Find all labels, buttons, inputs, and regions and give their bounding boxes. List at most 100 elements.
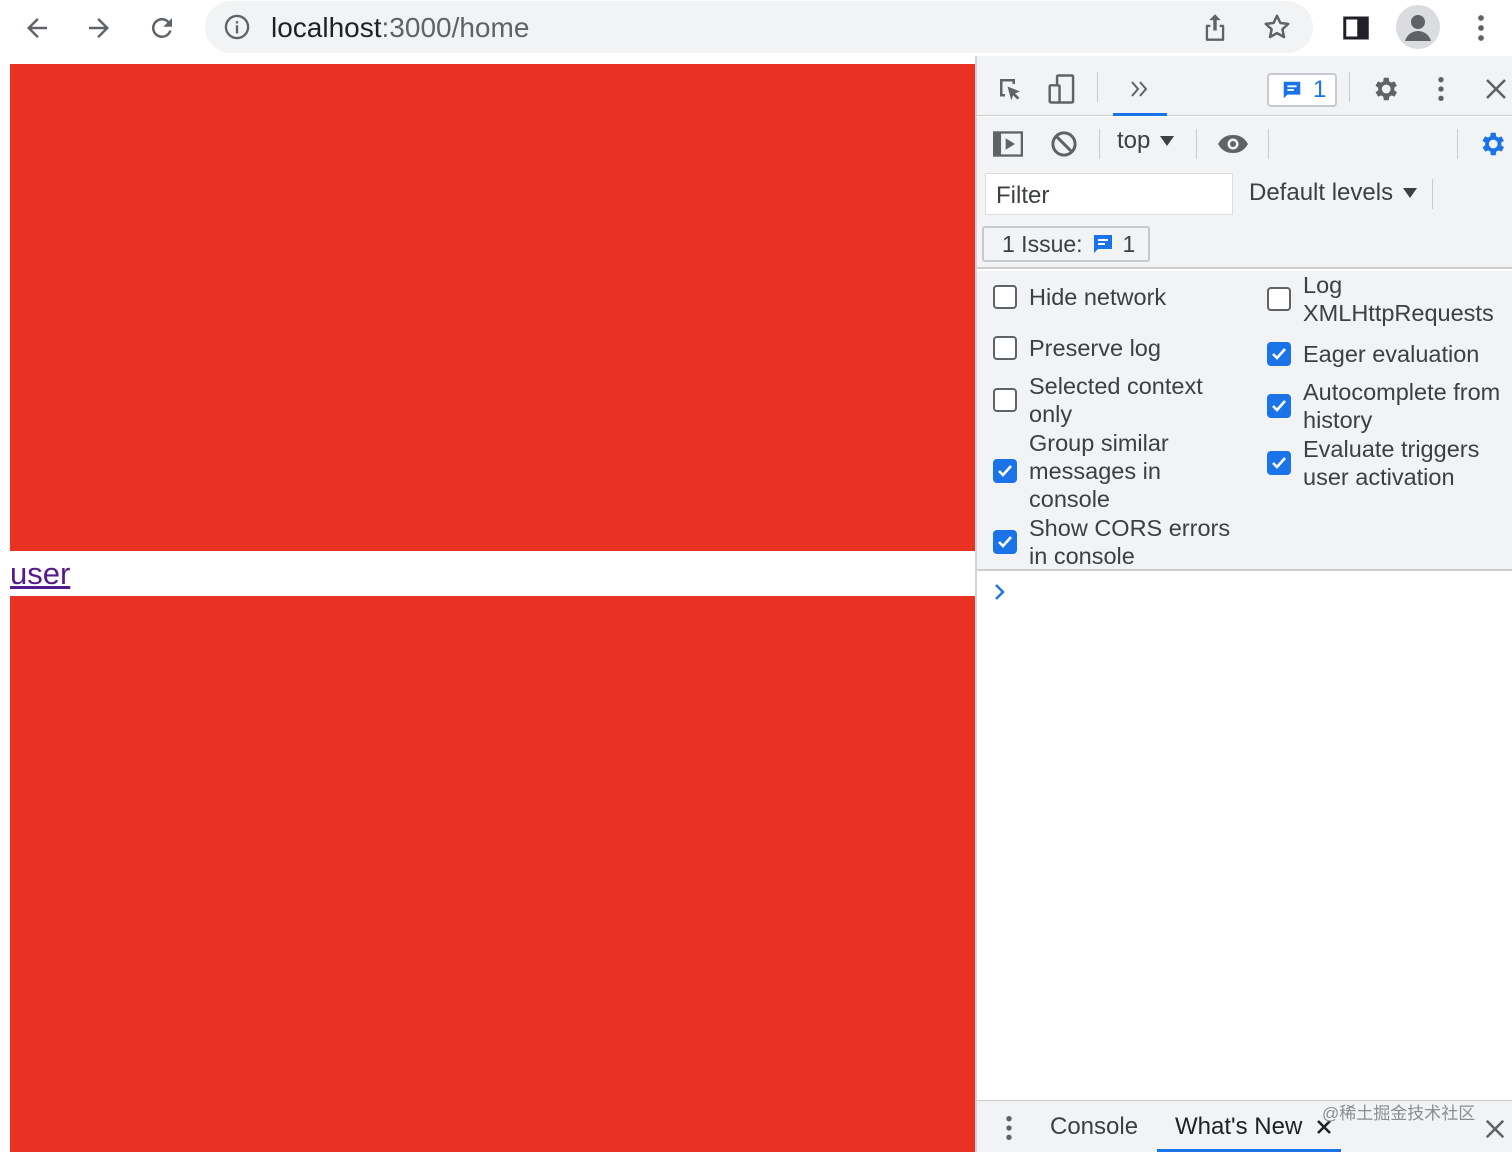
more-tabs-icon[interactable]	[1122, 74, 1158, 104]
forward-button[interactable]	[77, 6, 121, 50]
bookmark-star-icon[interactable]	[1259, 9, 1295, 45]
toolbar-separator	[1099, 129, 1100, 159]
back-button[interactable]	[15, 6, 59, 50]
toolbar-separator	[1196, 129, 1197, 159]
checkbox[interactable]	[993, 285, 1017, 309]
profile-avatar[interactable]	[1396, 5, 1440, 49]
setting-label: Autocomplete from history	[1303, 379, 1501, 433]
arrow-right-icon	[89, 18, 109, 38]
clear-console-icon[interactable]	[1047, 127, 1081, 161]
sidebar-toggle-icon[interactable]	[991, 127, 1025, 161]
setting-label: Selected context only	[1029, 373, 1203, 427]
setting-label: Evaluate triggers user activation	[1303, 436, 1480, 490]
issues-label: 1 Issue:	[1002, 230, 1083, 257]
browser-menu-button[interactable]	[1459, 6, 1503, 50]
reload-icon	[151, 17, 172, 38]
setting-label: Preserve log	[1029, 335, 1161, 361]
url-host: localhost	[271, 12, 382, 43]
issues-badge-count: 1	[1313, 76, 1327, 103]
checkbox[interactable]	[1267, 287, 1291, 311]
devtools-menu-icon[interactable]	[1427, 72, 1455, 106]
setting-evaluate-triggers[interactable]: Evaluate triggers user activation	[1267, 435, 1503, 491]
issues-button[interactable]: 1 Issue: 1	[982, 226, 1150, 262]
checkbox[interactable]	[993, 459, 1017, 483]
context-selector[interactable]: top	[1117, 127, 1175, 155]
close-drawer-icon[interactable]	[1481, 1115, 1509, 1143]
setting-group-similar[interactable]: Group similar messages in console	[993, 429, 1199, 513]
console-output[interactable]	[977, 573, 1512, 1100]
live-expression-eye-icon[interactable]	[1215, 127, 1251, 161]
dropdown-triangle-icon	[1160, 136, 1175, 146]
red-box-top	[10, 64, 975, 551]
console-settings-gear-icon[interactable]	[1475, 127, 1509, 161]
dropdown-triangle-icon	[1403, 188, 1418, 198]
setting-autocomplete-history[interactable]: Autocomplete from history	[1267, 378, 1512, 434]
watermark: @稀土掘金技术社区	[1322, 1104, 1476, 1123]
setting-preserve-log[interactable]: Preserve log	[993, 334, 1161, 362]
setting-label: Hide network	[1029, 284, 1167, 310]
checkmark-icon	[1272, 400, 1286, 412]
device-toolbar-icon[interactable]	[1045, 72, 1079, 106]
filter-input[interactable]: Filter	[985, 173, 1233, 215]
drawer-tab-console[interactable]: Console	[1050, 1113, 1138, 1141]
toolbar-separator	[1432, 179, 1433, 209]
checkbox[interactable]	[1267, 342, 1291, 366]
setting-eager-evaluation[interactable]: Eager evaluation	[1267, 340, 1503, 368]
setting-label: Group similar messages in console	[1029, 430, 1169, 512]
message-icon	[1283, 81, 1301, 99]
devtools-panel: 1 top Filter Default levels 1 Issue: 1 H…	[975, 56, 1512, 1152]
active-tab-indicator	[1113, 113, 1167, 116]
site-info-icon[interactable]	[223, 13, 251, 41]
log-levels-dropdown[interactable]: Default levels	[1249, 179, 1418, 207]
reload-button[interactable]	[140, 6, 184, 50]
page-viewport: user	[0, 56, 975, 1152]
message-icon	[1093, 235, 1112, 253]
toolbar-separator	[1349, 72, 1350, 102]
issues-row: 1 Issue: 1	[977, 219, 1512, 269]
arrow-left-icon	[27, 18, 47, 38]
setting-label: Log XMLHttpRequests	[1303, 272, 1494, 326]
inspect-element-icon[interactable]	[993, 72, 1027, 106]
checkbox[interactable]	[993, 388, 1017, 412]
checkbox[interactable]	[1267, 394, 1291, 418]
setting-log-xhr[interactable]: Log XMLHttpRequests	[1267, 271, 1503, 327]
console-prompt-chevron-icon[interactable]	[993, 583, 1007, 606]
setting-selected-context-only[interactable]: Selected context only	[993, 372, 1229, 428]
drawer-tab-whats-new[interactable]: What's New	[1175, 1113, 1302, 1141]
user-link[interactable]: user	[10, 556, 70, 592]
issues-badge-button[interactable]: 1	[1267, 73, 1337, 107]
console-settings-pane: Hide network Preserve log Selected conte…	[977, 271, 1512, 571]
browser-toolbar: localhost:3000/home	[0, 0, 1512, 56]
checkbox[interactable]	[1267, 451, 1291, 475]
url-path: :3000/home	[381, 12, 530, 43]
checkbox[interactable]	[993, 530, 1017, 554]
devtools-main-toolbar: 1	[977, 56, 1512, 116]
share-icon[interactable]	[1197, 9, 1233, 45]
close-devtools-icon[interactable]	[1479, 72, 1512, 106]
side-panel-icon	[1343, 16, 1369, 40]
setting-label: Show CORS errors in console	[1029, 515, 1231, 569]
url-text[interactable]: localhost:3000/home	[271, 13, 529, 43]
setting-label: Eager evaluation	[1303, 341, 1480, 367]
issues-count: 1	[1122, 230, 1136, 257]
settings-gear-icon[interactable]	[1368, 72, 1402, 106]
checkmark-icon	[998, 536, 1012, 548]
red-box-bottom	[10, 596, 975, 1152]
address-bar[interactable]: localhost:3000/home	[205, 1, 1313, 53]
filter-row: Filter Default levels	[977, 169, 1512, 219]
drawer-tab-bar: Console What's New @稀土掘金技术社区	[977, 1100, 1512, 1152]
kebab-menu-icon	[1478, 15, 1484, 41]
checkmark-icon	[1272, 348, 1286, 360]
side-panel-button[interactable]	[1334, 6, 1378, 50]
checkbox[interactable]	[993, 336, 1017, 360]
checkmark-icon	[998, 465, 1012, 477]
checkmark-icon	[1272, 457, 1286, 469]
toolbar-separator	[1097, 72, 1098, 102]
drawer-menu-icon[interactable]	[999, 1113, 1019, 1143]
console-toolbar: top	[977, 117, 1512, 169]
log-levels-label: Default levels	[1249, 179, 1394, 206]
setting-show-cors-errors[interactable]: Show CORS errors in console	[993, 514, 1239, 570]
context-selector-label: top	[1117, 127, 1151, 154]
person-icon	[1405, 15, 1431, 41]
setting-hide-network[interactable]: Hide network	[993, 283, 1166, 311]
